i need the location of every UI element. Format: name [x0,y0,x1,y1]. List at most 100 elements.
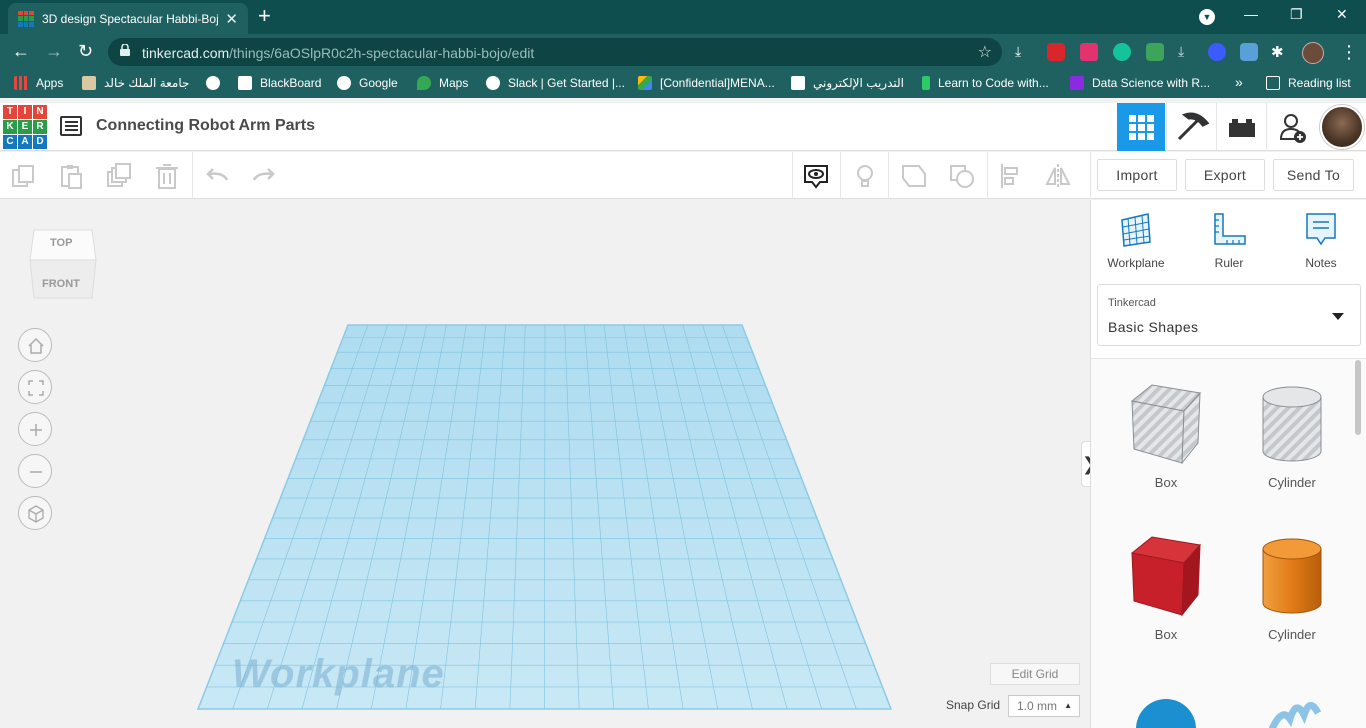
zoom-in-icon[interactable] [18,412,52,446]
workplane-tool[interactable]: Workplane [1101,212,1171,270]
shape-sphere-partial[interactable] [1111,679,1221,728]
shape-cylinder-solid[interactable]: Cylinder [1237,531,1347,642]
extensions-puzzle-icon[interactable]: ✱ [1271,43,1289,61]
browser-tab[interactable]: 3D design Spectacular Habbi-Boj ✕ [8,3,248,34]
tab-search-icon[interactable]: ▼ [1199,9,1215,25]
collapse-panel-chevron-icon[interactable]: ❯ [1081,441,1090,487]
code-icon [922,76,930,90]
new-tab-button[interactable]: + [258,5,271,27]
toolbar-separator [840,152,841,199]
3d-view-grid-icon[interactable] [1117,103,1165,151]
bricks-icon[interactable] [1216,103,1266,151]
show-all-notes-icon[interactable] [802,162,830,190]
ruler-tool[interactable]: Ruler [1194,212,1264,270]
view-cube[interactable]: TOP FRONT [28,222,98,306]
back-arrow-icon[interactable]: ← [12,41,30,61]
chrome-profile-avatar[interactable] [1302,42,1324,64]
shape-box-solid[interactable]: Box [1111,531,1221,642]
red-box-icon [1130,536,1201,617]
close-window-button[interactable]: ✕ [1336,6,1348,23]
viewcube-top-label[interactable]: TOP [50,237,72,249]
bookmark-training[interactable]: التدريب الإلكتروني [791,76,904,90]
bookmark-learn-code[interactable]: Learn to Code with... [922,76,1049,90]
lightbulb-icon[interactable] [851,162,879,190]
align-icon[interactable] [998,162,1026,190]
import-button[interactable]: Import [1097,159,1177,191]
reading-list[interactable]: Reading list [1266,76,1351,90]
save-extension-icon[interactable]: ⤓ [1178,43,1196,61]
export-button[interactable]: Export [1185,159,1265,191]
pdf-extension-icon[interactable] [1047,43,1065,61]
sphere-icon [1136,699,1196,728]
fit-view-icon[interactable] [18,370,52,404]
reload-icon[interactable]: ↻ [78,41,93,61]
copy-icon[interactable] [10,162,38,190]
download-icon[interactable]: ⤓ [1015,43,1033,61]
shapes-grid: Box Cylinder Box Cylinder [1091,358,1366,728]
blue-extension-icon[interactable] [1208,43,1226,61]
bookmark-confidential[interactable]: [Confidential]MENA... [638,76,775,90]
zoom-out-icon[interactable] [18,454,52,488]
duplicate-icon[interactable] [105,162,133,190]
bookmark-star-icon[interactable]: ☆ [978,42,992,62]
edit-toolbar: Import Export Send To [0,152,1366,199]
maximize-button[interactable]: ❐ [1290,6,1303,23]
shapes-panel: Workplane Ruler Notes Tinkercad Basic Sh… [1090,200,1366,728]
ungroup-shapes-icon[interactable] [948,162,976,190]
bookmark-google[interactable]: Google [337,76,398,90]
undo-icon[interactable] [203,162,231,190]
blackboard-icon [791,76,805,90]
group-shapes-icon[interactable] [900,162,928,190]
address-bar[interactable]: tinkercad.com/things/6aOSlpR0c2h-spectac… [108,38,1002,66]
bookmark-kku[interactable]: جامعة الملك خالد [82,76,189,90]
3d-workspace[interactable]: Workplane TOP FRONT Edit Grid Snap Grid … [0,200,1090,728]
shape-cylinder-hole[interactable]: Cylinder [1237,379,1347,490]
home-view-icon[interactable] [18,328,52,362]
shape-scribble-partial[interactable] [1237,679,1347,728]
bookmark-apps[interactable]: Apps [14,76,63,90]
blackboard-icon [238,76,252,90]
minecraft-pickaxe-icon[interactable] [1166,103,1216,151]
panel-scrollbar[interactable] [1355,360,1361,435]
add-user-icon[interactable] [1266,103,1316,151]
workplane-grid[interactable] [0,200,1090,728]
bookmarks-bar: Apps جامعة الملك خالد BlackBoard Google … [0,70,1366,98]
send-to-button[interactable]: Send To [1273,159,1354,191]
snap-grid-select[interactable]: 1.0 mm ▲ [1008,695,1080,717]
edit-grid-button[interactable]: Edit Grid [990,663,1080,685]
delete-trash-icon[interactable] [153,162,181,190]
toolbar-separator [987,152,988,199]
play-extension-icon[interactable] [1080,43,1098,61]
bookmark-blackboard[interactable]: BlackBoard [238,76,321,90]
onenote-icon [1070,76,1084,90]
screen-extension-icon[interactable] [1240,43,1258,61]
user-avatar[interactable] [1320,105,1364,149]
url-text: tinkercad.com/things/6aOSlpR0c2h-spectac… [142,45,534,61]
reading-list-icon [1266,76,1280,90]
bookmark-maps[interactable]: Maps [417,76,468,90]
lock-icon [120,44,130,56]
bookmarks-more[interactable]: » [1235,74,1243,90]
snap-caret-icon: ▲ [1064,701,1072,710]
bookmark-data-science[interactable]: Data Science with R... [1070,76,1210,90]
green-download-extension-icon[interactable] [1146,43,1164,61]
paste-icon[interactable] [57,162,85,190]
forward-arrow-icon[interactable]: → [45,41,63,61]
chrome-menu-icon[interactable]: ⋮ [1340,42,1358,63]
tinkercad-logo[interactable]: T I N K E R C A D [3,105,47,149]
perspective-toggle-icon[interactable] [18,496,52,530]
notes-tool[interactable]: Notes [1286,212,1356,270]
tab-title: 3D design Spectacular Habbi-Boj [42,11,219,26]
bookmark-slack[interactable]: Slack | Get Started |... [486,76,625,90]
minimize-button[interactable]: — [1244,6,1258,22]
design-list-icon[interactable] [60,116,82,136]
redo-icon[interactable] [250,162,278,190]
viewcube-front-label[interactable]: FRONT [42,278,80,290]
grammarly-icon[interactable] [1113,43,1131,61]
shape-box-hole[interactable]: Box [1111,379,1221,490]
tab-close-icon[interactable]: ✕ [225,10,238,28]
mirror-icon[interactable] [1044,162,1072,190]
shape-library-dropdown[interactable]: Tinkercad Basic Shapes [1097,284,1361,346]
design-title[interactable]: Connecting Robot Arm Parts [96,117,315,135]
bookmark-globe[interactable] [206,76,228,90]
